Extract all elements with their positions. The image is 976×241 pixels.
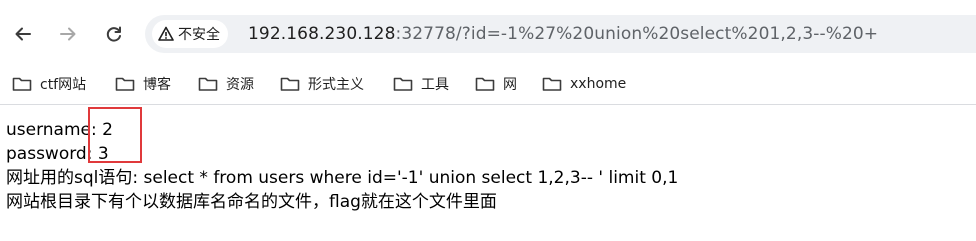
sql-query-line: 网址用的sql语句: select * from users where id=… — [6, 168, 679, 188]
bookmark-label: 网 — [503, 77, 517, 93]
browser-toolbar: 不安全 192.168.230.128:32778/?id=-1%27%20un… — [0, 0, 976, 66]
arrow-right-icon — [60, 27, 76, 41]
reload-icon — [106, 26, 121, 42]
security-label: 不安全 — [178, 27, 220, 43]
folder-icon — [280, 77, 300, 91]
bookmark-label: xxhome — [570, 76, 627, 92]
highlight-box — [88, 107, 142, 163]
security-chip[interactable]: 不安全 — [152, 20, 228, 48]
reload-button[interactable] — [99, 19, 129, 49]
bookmarks-bar: ctf网站 博客 资源 形式主义 工具 网 xxhome — [0, 66, 976, 105]
bookmark-folder[interactable]: 工具 — [393, 71, 449, 97]
folder-icon — [542, 77, 562, 91]
bookmark-folder[interactable]: 形式主义 — [280, 71, 364, 97]
folder-icon — [115, 77, 135, 91]
folder-icon — [12, 77, 32, 91]
url-path: :32778/?id=-1%27%20union%20select%201,2,… — [395, 24, 879, 44]
url-host: 192.168.230.128 — [248, 24, 396, 44]
bookmark-label: 博客 — [143, 77, 171, 93]
forward-button[interactable] — [53, 19, 83, 49]
warning-icon — [158, 26, 174, 41]
bookmark-folder[interactable]: ctf网站 — [12, 71, 86, 97]
bookmark-label: 资源 — [226, 77, 254, 93]
folder-icon — [198, 77, 218, 91]
bookmark-folder[interactable]: xxhome — [542, 71, 626, 97]
folder-icon — [393, 77, 413, 91]
url-text[interactable]: 192.168.230.128:32778/?id=-1%27%20union%… — [248, 24, 878, 44]
bookmark-folder[interactable]: 博客 — [115, 71, 171, 97]
arrow-left-icon — [15, 27, 31, 41]
hint-line: 网站根目录下有个以数据库名命名的文件，flag就在这个文件里面 — [6, 192, 497, 212]
back-button[interactable] — [8, 19, 38, 49]
bookmark-label: 形式主义 — [308, 77, 364, 93]
address-bar[interactable]: 不安全 192.168.230.128:32778/?id=-1%27%20un… — [145, 15, 976, 53]
bookmark-folder[interactable]: 网 — [475, 71, 517, 97]
bookmark-label: 工具 — [421, 77, 449, 93]
bookmark-label: ctf网站 — [40, 77, 87, 93]
folder-icon — [475, 77, 495, 91]
bookmark-folder[interactable]: 资源 — [198, 71, 254, 97]
